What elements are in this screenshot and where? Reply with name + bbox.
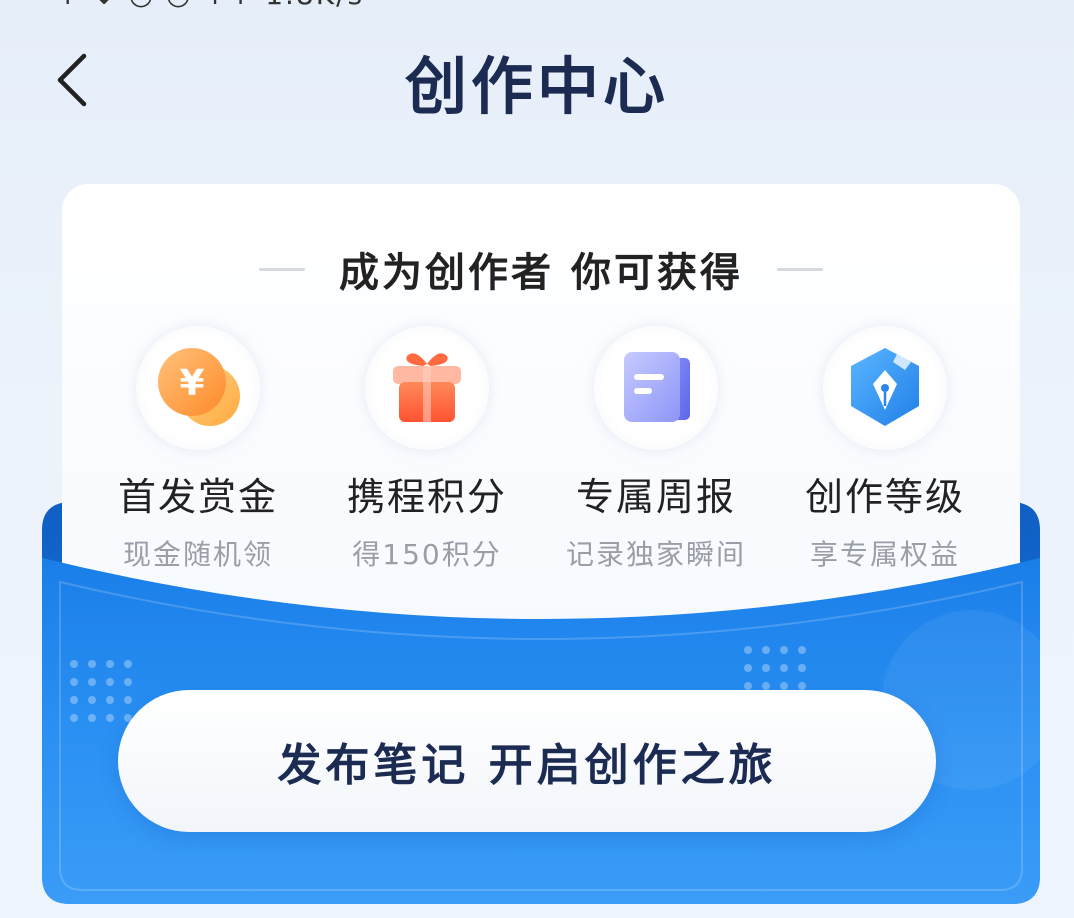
benefit-subtitle: 现金随机领 (122, 538, 273, 571)
card-heading-text: 成为创作者 你可获得 (339, 250, 743, 296)
report-document-icon (624, 352, 690, 422)
benefit-icon-wrap: ¥ (136, 326, 260, 450)
benefit-icon-wrap (823, 326, 947, 450)
benefit-icon-wrap (365, 326, 489, 450)
decorative-dots-right (744, 648, 806, 692)
benefit-title: 专属周报 (575, 475, 736, 519)
svg-text:¥: ¥ (179, 363, 204, 404)
status-text: ↑ ↓ ○ ○ ↑↑ 1.8K/s (56, 0, 364, 8)
benefit-item-weekly-report[interactable]: 专属周报 记录独家瞬间 (536, 326, 776, 573)
benefit-title: 首发赏金 (117, 475, 278, 519)
benefit-subtitle: 享专属权益 (809, 538, 960, 571)
page-title: 创作中心 (404, 50, 669, 123)
benefit-item-level[interactable]: 创作等级 享专属权益 (765, 326, 1005, 573)
benefit-title: 创作等级 (804, 475, 965, 519)
pen-nib-badge-icon (851, 348, 919, 426)
status-bar: ↑ ↓ ○ ○ ↑↑ 1.8K/s (0, 0, 1074, 8)
benefit-title: 携程积分 (346, 475, 507, 519)
heading-dash-left (259, 267, 306, 271)
gift-box-icon (393, 353, 461, 422)
benefit-item-bounty[interactable]: ¥ 首发赏金 现金随机领 (78, 326, 318, 573)
benefit-subtitle: 记录独家瞬间 (565, 538, 746, 571)
benefit-subtitle: 得150积分 (352, 538, 502, 571)
heading-dash-right (776, 267, 823, 271)
benefit-icon-wrap (594, 326, 718, 450)
card-heading: 成为创作者 你可获得 (62, 240, 1020, 298)
benefit-item-points[interactable]: 携程积分 得150积分 (307, 326, 547, 573)
benefit-card: 成为创作者 你可获得 ¥ 首发赏金 现金随机领 携程积分 得150积分 专属周报… (62, 184, 1020, 644)
coin-yuan-icon: ¥ (158, 348, 240, 426)
publish-note-button[interactable]: 发布笔记 开启创作之旅 (118, 690, 936, 832)
publish-button-label: 发布笔记 开启创作之旅 (277, 740, 777, 791)
decorative-dots-left (70, 660, 132, 722)
